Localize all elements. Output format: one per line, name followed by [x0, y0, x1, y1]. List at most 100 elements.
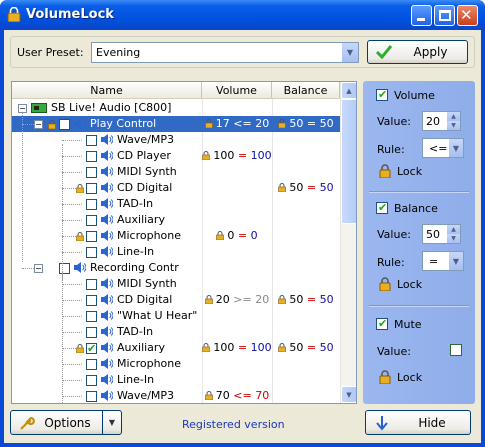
- spin-up-icon[interactable]: ▲: [447, 225, 460, 234]
- chevron-down-icon[interactable]: ▼: [341, 43, 358, 62]
- title-bar[interactable]: VolumeLock ✕: [0, 0, 485, 30]
- row-checkbox[interactable]: [86, 359, 97, 370]
- balance-rule: =: [429, 255, 439, 268]
- chevron-down-icon: ▼: [108, 418, 116, 427]
- row-checkbox[interactable]: [86, 295, 97, 306]
- row-name: Wave/MP3: [117, 389, 175, 402]
- row-name: MIDI Synth: [117, 277, 177, 290]
- balance-lock-label[interactable]: Lock: [397, 278, 422, 291]
- balance-header: Balance: [394, 202, 438, 215]
- row-checkbox[interactable]: [86, 199, 97, 210]
- spin-up-icon[interactable]: ▲: [447, 112, 460, 121]
- volume-rule-label: Rule:: [377, 143, 405, 156]
- volume-rule-select[interactable]: <= ▼: [422, 138, 464, 158]
- lock-icon: [379, 277, 391, 291]
- balance-rule-select[interactable]: = ▼: [422, 251, 464, 271]
- row-checkbox[interactable]: [86, 135, 97, 146]
- row-checkbox[interactable]: [86, 167, 97, 178]
- row-checkbox[interactable]: [86, 151, 97, 162]
- row-checkbox[interactable]: [86, 391, 97, 402]
- speaker-icon: [100, 325, 114, 338]
- row-balance: 50 = 50: [272, 293, 340, 306]
- footer: Options ▼ Registered version Hide: [10, 410, 475, 438]
- collapse-icon[interactable]: −: [34, 120, 43, 129]
- scroll-thumb[interactable]: [341, 99, 356, 224]
- apply-button[interactable]: Apply: [367, 40, 468, 64]
- row-name: CD Digital: [117, 293, 173, 306]
- row-checkbox[interactable]: [86, 375, 97, 386]
- maximize-button[interactable]: [434, 5, 455, 26]
- chevron-down-icon[interactable]: ▼: [448, 139, 463, 157]
- mute-lock-label[interactable]: Lock: [397, 371, 422, 384]
- row-checkbox[interactable]: [59, 263, 70, 274]
- volume-value-label: Value:: [377, 115, 411, 128]
- chevron-down-icon[interactable]: ▼: [448, 252, 463, 270]
- balance-value-spinner[interactable]: 50 ▲ ▼: [422, 224, 461, 244]
- speaker-icon: [100, 149, 114, 162]
- sound-card-icon: [31, 103, 47, 113]
- row-volume: 17 <= 20: [202, 117, 272, 130]
- vertical-scrollbar[interactable]: ▲ ▼: [340, 82, 356, 403]
- volume-value-spinner[interactable]: 20 ▲ ▼: [422, 111, 461, 131]
- spin-down-icon[interactable]: ▼: [447, 121, 460, 130]
- options-dropdown-button[interactable]: ▼: [102, 410, 122, 435]
- checkmark-icon: [376, 45, 392, 59]
- speaker-icon: [100, 245, 114, 258]
- spin-down-icon[interactable]: ▼: [447, 234, 460, 243]
- tree-line: [62, 144, 63, 280]
- volume-checkbox[interactable]: ✔: [376, 88, 388, 101]
- tree-line: [62, 272, 63, 403]
- col-balance[interactable]: Balance: [272, 82, 340, 98]
- lock-icon: [379, 370, 391, 384]
- row-balance: 50 = 50: [272, 117, 340, 130]
- row-checkbox[interactable]: [86, 247, 97, 258]
- options-button[interactable]: Options: [10, 410, 103, 435]
- row-name: Recording Contr: [90, 261, 179, 274]
- volume-lock-label[interactable]: Lock: [397, 165, 422, 178]
- window-title: VolumeLock: [26, 7, 114, 22]
- row-name: Line-In: [117, 245, 155, 258]
- row-checkbox[interactable]: [86, 311, 97, 322]
- registered-status: Registered version: [182, 418, 285, 431]
- collapse-icon[interactable]: −: [34, 264, 43, 273]
- speaker-icon: [100, 181, 114, 194]
- mute-value-label: Value:: [377, 345, 411, 358]
- preset-select[interactable]: Evening ▼: [91, 42, 359, 63]
- row-name: CD Digital: [117, 181, 173, 194]
- speaker-icon: [100, 277, 114, 290]
- row-checkbox[interactable]: [86, 231, 97, 242]
- speaker-icon: [100, 341, 114, 354]
- row-checkbox[interactable]: [59, 119, 70, 130]
- scroll-up-icon[interactable]: ▲: [341, 82, 356, 99]
- speaker-icon: [73, 117, 87, 130]
- row-volume: 100 = 100: [202, 149, 272, 162]
- mixer-tree[interactable]: Name Volume Balance − SB Live! Audio [C80…: [11, 81, 357, 404]
- close-button[interactable]: ✕: [457, 5, 478, 26]
- row-checkbox[interactable]: [86, 215, 97, 226]
- row-checkbox[interactable]: [86, 183, 97, 194]
- row-checkbox[interactable]: ✔: [86, 342, 97, 355]
- row-checkbox[interactable]: [86, 279, 97, 290]
- minimize-button[interactable]: [411, 5, 432, 26]
- main-window: VolumeLock ✕ User Preset: Evening ▼ Appl…: [0, 0, 485, 447]
- scroll-down-icon[interactable]: ▼: [341, 386, 356, 403]
- row-checkbox[interactable]: [86, 327, 97, 338]
- hide-button[interactable]: Hide: [365, 410, 471, 435]
- balance-rule-label: Rule:: [377, 256, 405, 269]
- row-name: TAD-In: [117, 197, 154, 210]
- col-volume[interactable]: Volume: [202, 82, 272, 98]
- speaker-icon: [100, 389, 114, 402]
- col-name[interactable]: Name: [12, 82, 202, 98]
- tree-row[interactable]: − SB Live! Audio [C800]: [12, 100, 340, 116]
- volume-rule: <=: [429, 142, 448, 155]
- row-balance: 50 = 50: [272, 341, 340, 354]
- mute-value-checkbox[interactable]: [450, 344, 462, 356]
- tree-row[interactable]: − Play Control 17 <= 20 50 = 50: [12, 116, 340, 132]
- row-name: MIDI Synth: [117, 165, 177, 178]
- row-name: Auxiliary: [117, 213, 165, 226]
- speaker-icon: [100, 309, 114, 322]
- row-name: TAD-In: [117, 325, 154, 338]
- mute-checkbox[interactable]: ✔: [376, 317, 388, 330]
- row-name: Wave/MP3: [117, 133, 175, 146]
- balance-checkbox[interactable]: ✔: [376, 201, 388, 214]
